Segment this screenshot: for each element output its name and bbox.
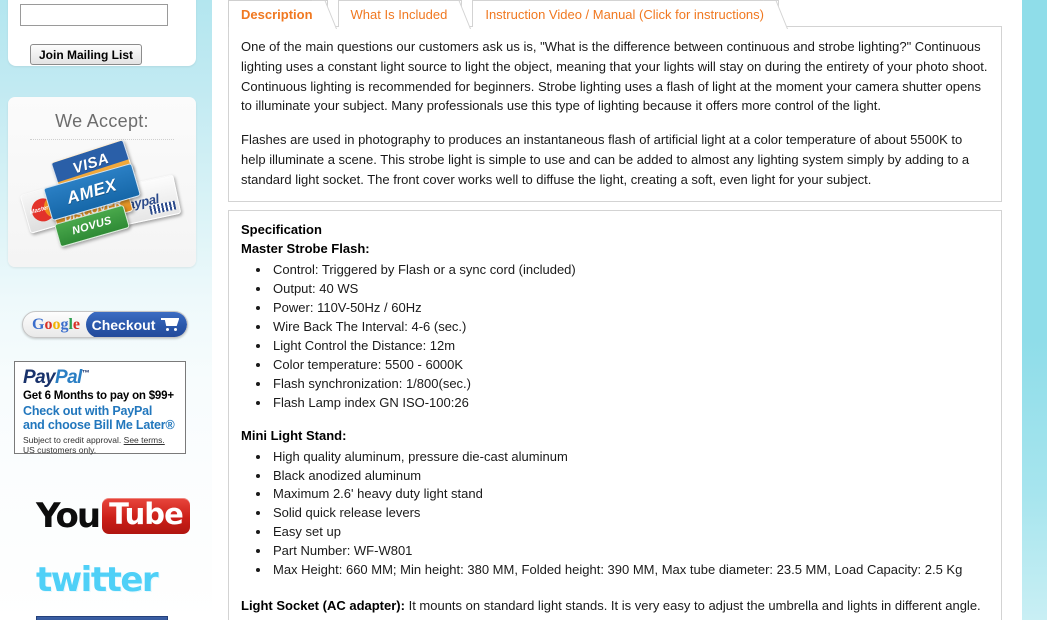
paypal-fine-1: Subject to credit approval. [23, 435, 122, 445]
paypal-logo-pal: Pal [55, 367, 82, 388]
list-item: Max Height: 660 MM; Min height: 380 MM, … [271, 561, 989, 580]
youtube-logo-link[interactable]: You Tube [36, 496, 190, 536]
list-item: High quality aluminum, pressure die-cast… [271, 448, 989, 467]
paypal-fine-print: Subject to credit approval. See terms. U… [23, 435, 177, 455]
list-item: Power: 110V-50Hz / 60Hz [271, 299, 989, 318]
tab-what-is-included-label: What Is Included [350, 6, 448, 22]
right-cyan-band [1022, 0, 1047, 620]
google-letter-g: G [32, 315, 45, 333]
list-item: Wire Back The Interval: 4-6 (sec.) [271, 318, 989, 337]
light-socket-text: It mounts on standard light stands. It i… [404, 598, 981, 614]
shopping-cart-icon [161, 318, 181, 331]
google-letter-e: e [72, 315, 81, 333]
we-accept-title: We Accept: [55, 111, 149, 131]
tab-description-label: Description [241, 6, 313, 22]
paypal-see-terms-link[interactable]: See terms. [124, 435, 165, 445]
right-gutter [1002, 0, 1022, 620]
credit-card-collage: MasterCard Paypal DISCOVER NOVUS VISA AM… [8, 139, 196, 248]
youtube-tube-badge: Tube [102, 498, 190, 534]
twitter-logo-link[interactable]: twitter [36, 560, 159, 600]
mini-light-stand-heading: Mini Light Stand: [241, 427, 347, 443]
paypal-logo-pay: Pay [23, 367, 56, 388]
list-item: Part Number: WF-W801 [271, 542, 989, 561]
paypal-subline-1: Check out with PayPal [23, 404, 153, 418]
we-accept-panel: We Accept: MasterCard Paypal DISCOVER NO… [8, 97, 196, 267]
google-checkout-label: Checkout [91, 316, 156, 333]
google-checkout-pill: Checkout [86, 312, 187, 337]
paypal-subline: Check out with PayPal and choose Bill Me… [23, 404, 177, 432]
list-item: Flash synchronization: 1/800(sec.) [271, 375, 989, 394]
paypal-bill-me-later-promo[interactable]: PayPal™ Get 6 Months to pay on $99+ Chec… [14, 361, 186, 455]
tab-what-is-included[interactable]: What Is Included [337, 0, 463, 27]
paypal-headline: Get 6 Months to pay on $99+ [23, 390, 174, 402]
paypal-fine-2: US customers only. [23, 445, 97, 456]
light-socket-label: Light Socket (AC adapter): [241, 598, 405, 614]
paypal-subline-2: and choose Bill Me Later® [23, 418, 175, 432]
list-item: Light Control the Distance: 12m [271, 337, 989, 356]
left-sidebar: Join Mailing List We Accept: MasterCard … [0, 0, 212, 620]
list-item: Black anodized aluminum [271, 467, 989, 486]
list-item: Output: 40 WS [271, 280, 989, 299]
we-accept-divider [30, 139, 174, 140]
mailing-list-email-input[interactable] [20, 4, 168, 26]
list-item: Flash Lamp index GN ISO-100:26 [271, 394, 989, 413]
description-paragraph-1: One of the main questions our customers … [241, 39, 988, 114]
google-checkout-button[interactable]: Google Checkout [22, 311, 188, 338]
list-item: Easy set up [271, 523, 989, 542]
amex-label: AMEX [64, 175, 120, 208]
description-panel: One of the main questions our customers … [228, 26, 1002, 203]
master-strobe-flash-heading: Master Strobe Flash: [241, 241, 370, 257]
mailing-list-panel: Join Mailing List [8, 0, 196, 66]
novus-label: NOVUS [70, 214, 114, 238]
mini-light-stand-list: High quality aluminum, pressure die-cast… [241, 448, 989, 581]
list-item: Maximum 2.6' heavy duty light stand [271, 485, 989, 504]
tab-instruction-video-manual[interactable]: Instruction Video / Manual (Click for in… [472, 0, 779, 27]
description-paragraph-2: Flashes are used in photography to produ… [241, 132, 970, 187]
youtube-you-text: You [36, 496, 101, 536]
footer-blue-bar [36, 616, 168, 620]
specification-heading: Specification [241, 222, 322, 238]
light-socket-line: Light Socket (AC adapter): It mounts on … [241, 596, 989, 616]
paypal-logo: PayPal™ [23, 368, 177, 387]
list-item: Color temperature: 5500 - 6000K [271, 356, 989, 375]
specification-panel: Specification Master Strobe Flash: Contr… [228, 210, 1002, 620]
list-item: Control: Triggered by Flash or a sync co… [271, 261, 989, 280]
main-content: Description What Is Included Instruction… [228, 0, 1002, 620]
tab-description[interactable]: Description [228, 0, 328, 27]
tab-instruction-video-manual-label: Instruction Video / Manual (Click for in… [485, 6, 764, 22]
join-mailing-list-button[interactable]: Join Mailing List [30, 44, 143, 65]
product-info-tabs: Description What Is Included Instruction… [228, 0, 1002, 27]
master-strobe-flash-list: Control: Triggered by Flash or a sync co… [241, 261, 989, 413]
google-wordmark: Google [23, 316, 80, 334]
list-item: Solid quick release levers [271, 504, 989, 523]
paypal-trademark: ™ [81, 368, 90, 378]
